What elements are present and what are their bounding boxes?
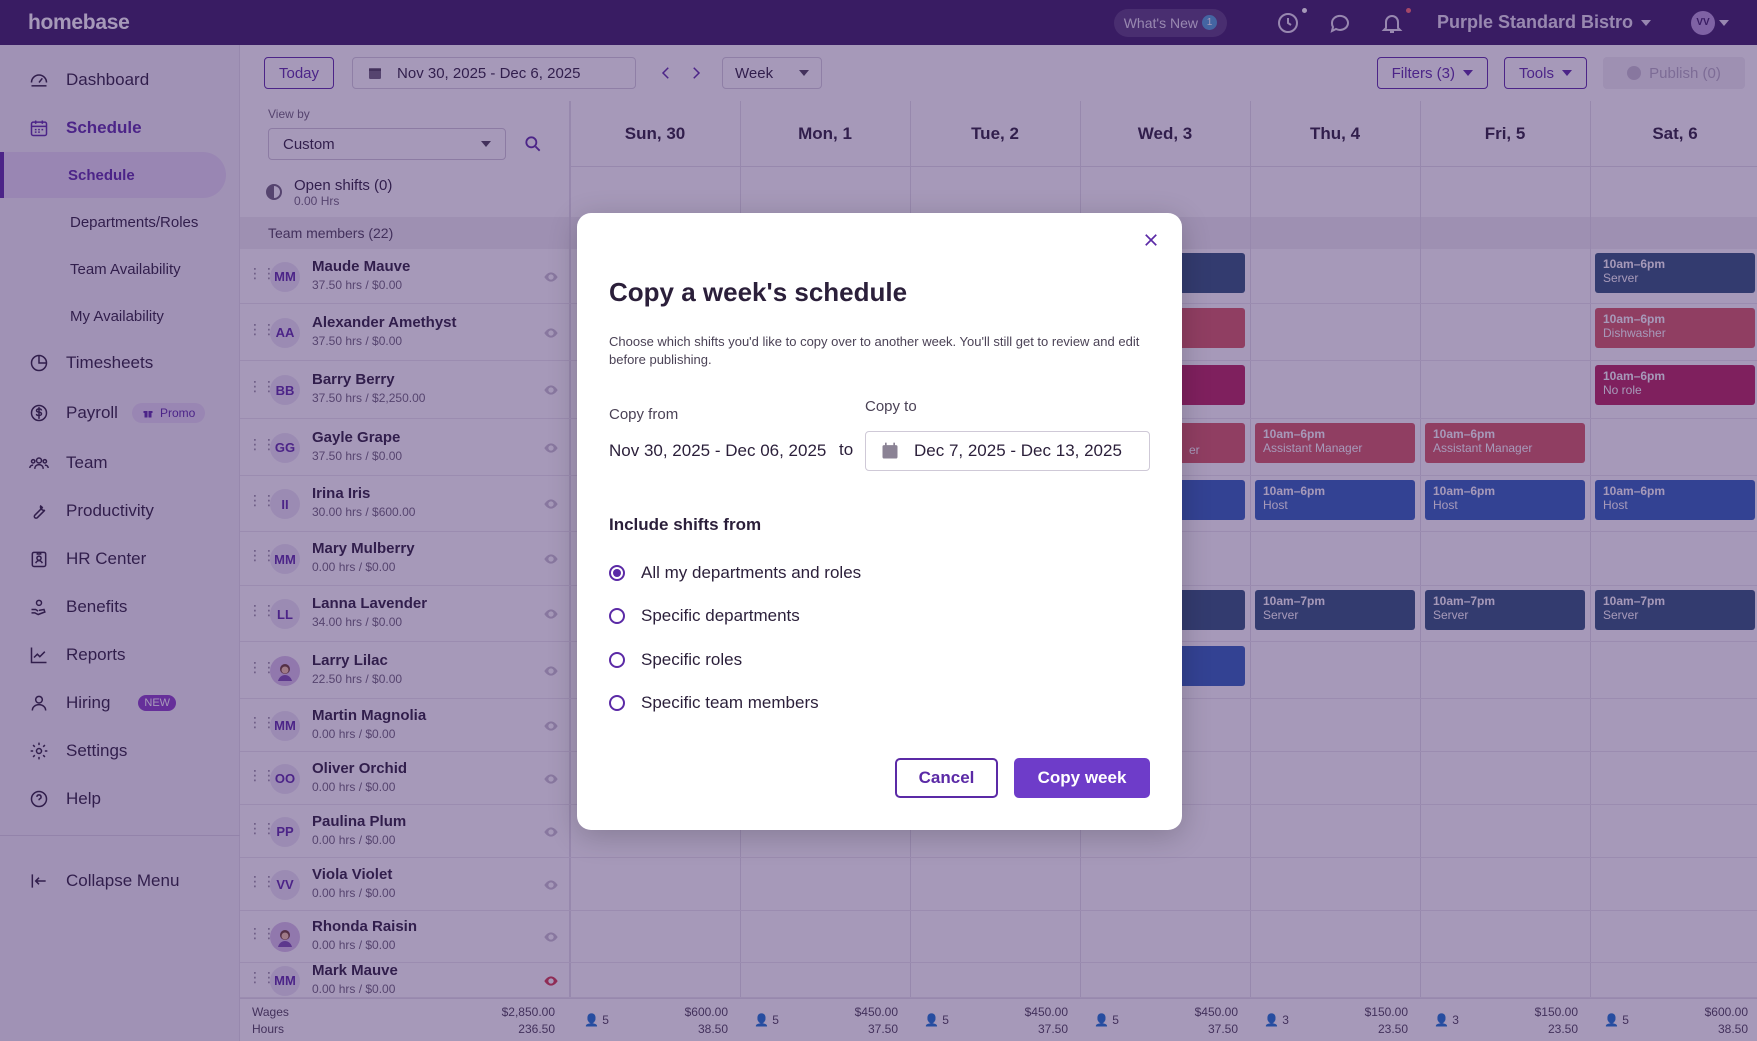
copy-to-label: Copy to: [865, 398, 917, 415]
copy-from-label: Copy from: [609, 406, 679, 423]
radio-specific-roles[interactable]: Specific roles: [609, 648, 742, 672]
radio-specific-team-members[interactable]: Specific team members: [609, 691, 819, 715]
radio-button[interactable]: [609, 565, 625, 581]
copy-to-date-picker[interactable]: Dec 7, 2025 - Dec 13, 2025: [865, 431, 1150, 471]
calendar-icon: [882, 442, 898, 459]
close-icon[interactable]: [1142, 231, 1160, 249]
modal-title: Copy a week's schedule: [609, 277, 908, 307]
radio-button[interactable]: [609, 608, 625, 624]
to-label: to: [839, 440, 854, 459]
cancel-button[interactable]: Cancel: [895, 758, 998, 798]
copy-from-value: Nov 30, 2025 - Dec 06, 2025: [609, 441, 827, 460]
radio-specific-departments[interactable]: Specific departments: [609, 604, 800, 628]
radio-all-departments[interactable]: All my departments and roles: [609, 561, 861, 585]
radio-label: Specific team members: [641, 693, 819, 712]
radio-label: Specific departments: [641, 606, 800, 625]
radio-button[interactable]: [609, 652, 625, 668]
modal-description: Choose which shifts you'd like to copy o…: [609, 334, 1140, 367]
copy-to-value: Dec 7, 2025 - Dec 13, 2025: [914, 441, 1122, 460]
copy-week-button[interactable]: Copy week: [1014, 758, 1150, 798]
radio-label: All my departments and roles: [641, 563, 862, 582]
copy-week-modal: Copy a week's schedule Choose which shif…: [577, 213, 1182, 830]
include-shifts-label: Include shifts from: [609, 515, 762, 534]
radio-label: Specific roles: [641, 650, 743, 669]
radio-button[interactable]: [609, 695, 625, 711]
